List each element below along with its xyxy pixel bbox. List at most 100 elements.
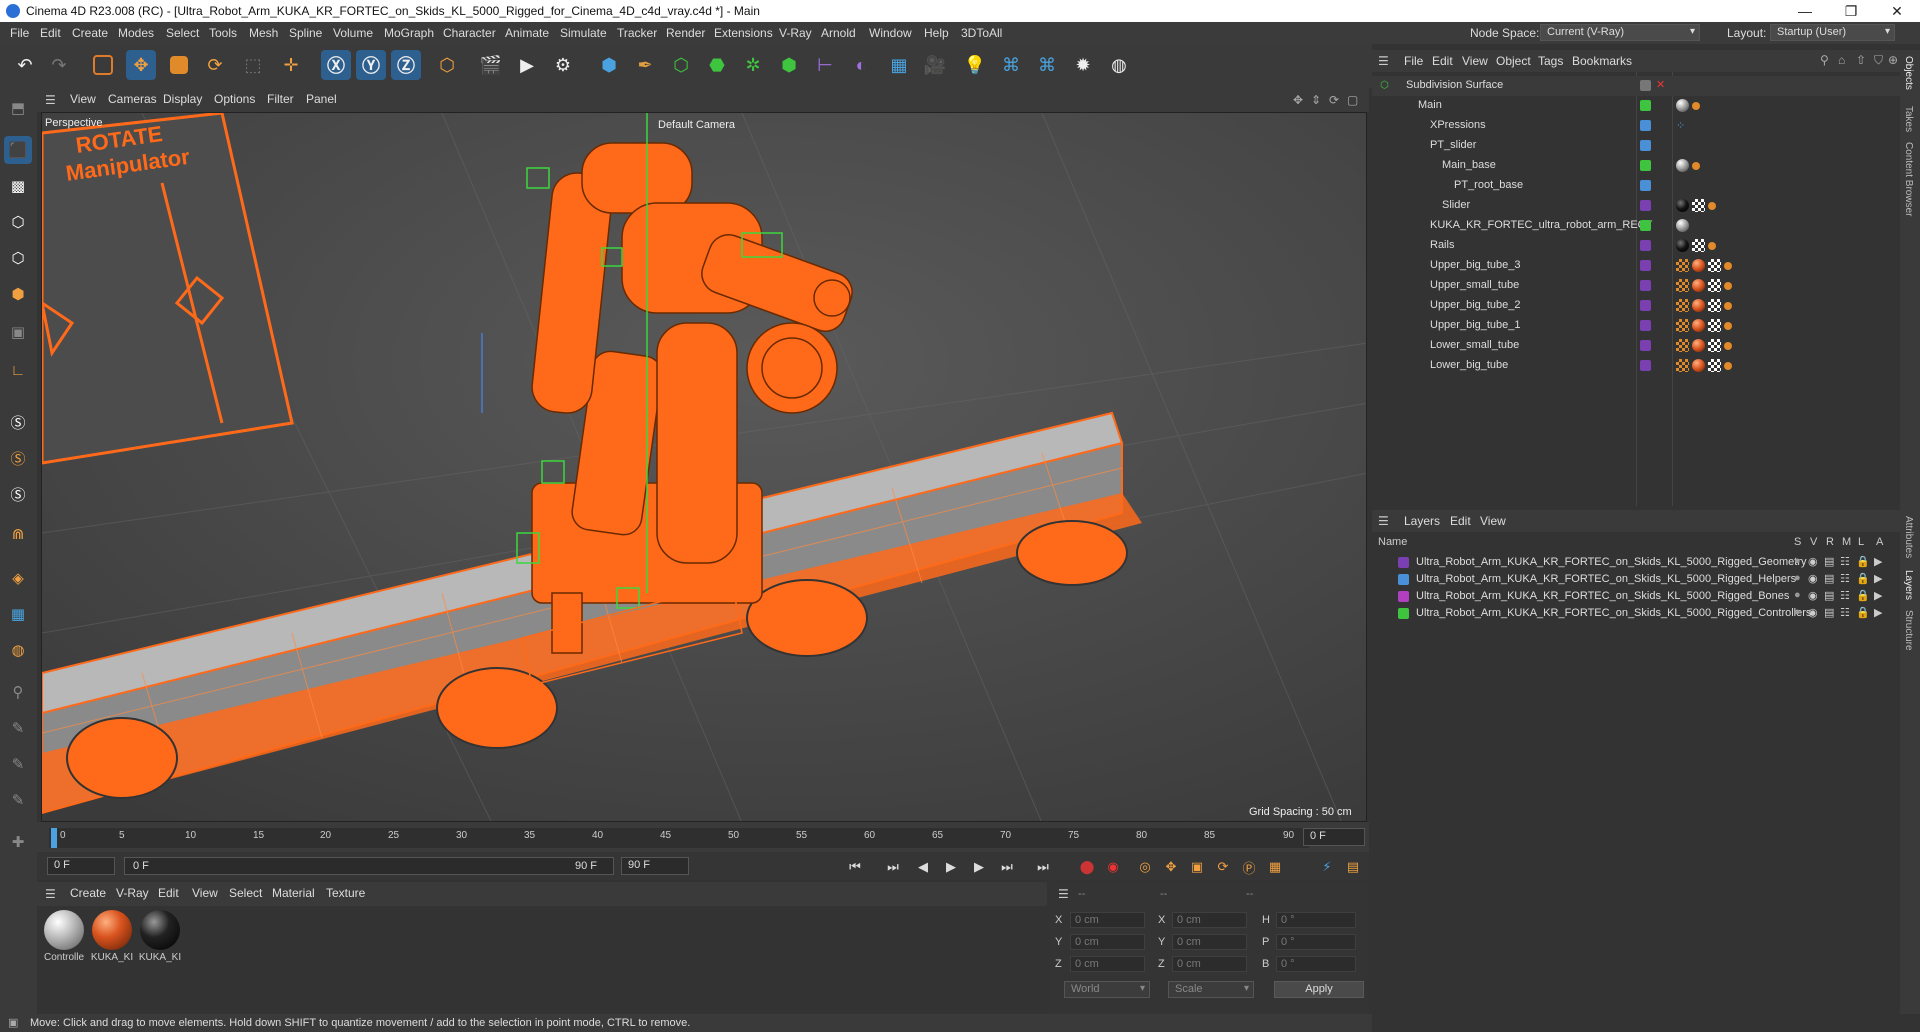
menu-create[interactable]: Create [72,26,108,40]
grid-icon[interactable]: ▦ [4,600,32,628]
layer-color-swatch[interactable] [1398,557,1409,568]
viewport-menu-options[interactable]: Options [214,92,255,106]
autokey-icon[interactable]: ◉ [1103,857,1123,877]
texture-tag-icon[interactable] [1676,299,1689,312]
render-view-icon[interactable]: 🎬 [476,50,506,80]
material-tag-icon[interactable] [1692,319,1705,332]
viewport-rotate-icon[interactable]: ⟳ [1329,93,1339,107]
layer-color-swatch[interactable] [1640,320,1651,331]
rotation-p-field[interactable]: 0 ° [1276,934,1356,950]
layout-dropdown[interactable]: Startup (User) [1770,24,1895,41]
layer-color-swatch[interactable] [1640,120,1651,131]
material-menu-view[interactable]: View [192,886,218,900]
solo-dot-icon[interactable]: ● [1794,555,1801,567]
coordinate-system-icon[interactable]: ⬡ [432,50,462,80]
menu-modes[interactable]: Modes [118,26,154,40]
xpresso-icon[interactable]: ⁘ [1676,119,1685,132]
next-key-icon[interactable]: ⏭ [997,857,1017,877]
render-picture-viewer-icon[interactable]: ▶ [512,50,542,80]
tab-content-browser[interactable]: Content Browser [1903,142,1914,216]
object-menu-file[interactable]: File [1404,54,1423,68]
paint-icon[interactable]: ✎ [4,714,32,742]
material-menu-edit[interactable]: Edit [158,886,179,900]
uv-mode-icon[interactable]: ▣ [4,318,32,346]
manager-icon[interactable]: ☷ [1840,589,1850,602]
render-icon[interactable]: ▤ [1824,555,1834,568]
material-tag-icon[interactable] [1676,199,1689,212]
material-menu-vray[interactable]: V-Ray [116,886,149,900]
lock-icon[interactable]: 🔒 [1856,589,1870,602]
lock-icon[interactable]: 🔒 [1856,606,1870,619]
layer-color-swatch[interactable] [1398,574,1409,585]
menu-file[interactable]: File [10,26,29,40]
start-frame-field[interactable]: 0 F [47,857,115,875]
layer-color-swatch[interactable] [1398,608,1409,619]
object-row[interactable]: Slider [1372,196,1900,216]
object-menu-tags[interactable]: Tags [1538,54,1563,68]
texture-tag-icon[interactable] [1676,279,1689,292]
object-menu-view[interactable]: View [1462,54,1488,68]
selection-tag-icon[interactable] [1724,322,1732,330]
make-editable-icon[interactable]: ⬒ [4,94,32,122]
layer-color-swatch[interactable] [1640,300,1651,311]
python-generator-icon[interactable]: ⌘ [1032,50,1062,80]
prev-key-icon[interactable]: ⏭ [883,857,903,877]
add-icon[interactable]: ✚ [4,828,32,856]
texture-mode-icon[interactable]: ▩ [4,172,32,200]
maximize-button[interactable]: ❐ [1828,0,1874,22]
selection-tag-icon[interactable] [1708,202,1716,210]
play-icon[interactable]: ▶ [941,857,961,877]
manager-icon[interactable]: ☷ [1840,606,1850,619]
minimize-button[interactable]: — [1782,0,1828,22]
render-settings-icon[interactable]: ⚙ [548,50,578,80]
menu-arnold[interactable]: Arnold [821,26,856,40]
texture-tag-icon[interactable] [1676,259,1689,272]
menu-window[interactable]: Window [869,26,912,40]
hamburger-icon[interactable]: ☰ [1058,887,1069,901]
next-frame-icon[interactable]: ▶ [969,857,989,877]
selection-tag-icon[interactable] [1724,262,1732,270]
edges-mode-icon[interactable]: ⬡ [4,244,32,272]
home-icon[interactable]: ⌂ [1838,53,1845,67]
uv-tag-icon[interactable] [1692,239,1705,252]
object-row[interactable]: Upper_small_tube [1372,276,1900,296]
selection-tag-icon[interactable] [1724,362,1732,370]
menu-animate[interactable]: Animate [505,26,549,40]
eye-icon[interactable]: ◉ [1808,606,1818,619]
viewport-menu-filter[interactable]: Filter [267,92,294,106]
object-row[interactable]: Lower_small_tube [1372,336,1900,356]
close-button[interactable]: ✕ [1874,0,1920,22]
key-position-icon[interactable]: ✥ [1161,857,1181,877]
node-space-dropdown[interactable]: Current (V-Ray) [1540,24,1700,41]
menu-spline[interactable]: Spline [289,26,322,40]
new-window-icon[interactable]: ⊕ [1888,53,1898,67]
object-row[interactable]: ⬡ Subdivision Surface ✕ [1372,76,1900,96]
key-parameter-icon[interactable]: Ⓟ [1239,857,1259,877]
object-row[interactable]: Lower_big_tube [1372,356,1900,376]
layer-color-swatch[interactable] [1640,160,1651,171]
axis-mode-icon[interactable]: ∟ [4,356,32,384]
menu-help[interactable]: Help [924,26,949,40]
layer-menu-edit[interactable]: Edit [1450,514,1471,528]
lock-icon[interactable]: 🔒 [1856,572,1870,585]
filter-icon[interactable]: ⛉ [1874,53,1883,68]
playhead[interactable] [51,828,57,848]
material-tag-icon[interactable] [1692,339,1705,352]
rotate-tool-icon[interactable]: ⟳ [200,50,230,80]
size-mode-dropdown[interactable]: Scale [1168,981,1254,998]
material-menu-material[interactable]: Material [272,886,315,900]
object-row[interactable]: XPressions ⁘ [1372,116,1900,136]
solo-dot-icon[interactable]: ● [1794,589,1801,601]
object-row[interactable]: Upper_big_tube_3 [1372,256,1900,276]
record-icon[interactable]: ⬤ [1077,857,1097,877]
size-z-field[interactable]: 0 cm [1172,956,1247,972]
layer-menu-view[interactable]: View [1480,514,1506,528]
key-pla-icon[interactable]: ▦ [1265,857,1285,877]
viewport-menu-view[interactable]: View [70,92,96,106]
animation-icon[interactable]: ▶ [1874,606,1882,619]
size-y-field[interactable]: 0 cm [1172,934,1247,950]
3d-viewport[interactable]: ROTATE Manipulator Perspective Default C… [41,112,1367,822]
rotation-b-field[interactable]: 0 ° [1276,956,1356,972]
layer-color-swatch[interactable] [1640,80,1651,91]
viewport-move-icon[interactable]: ✥ [1293,93,1303,107]
